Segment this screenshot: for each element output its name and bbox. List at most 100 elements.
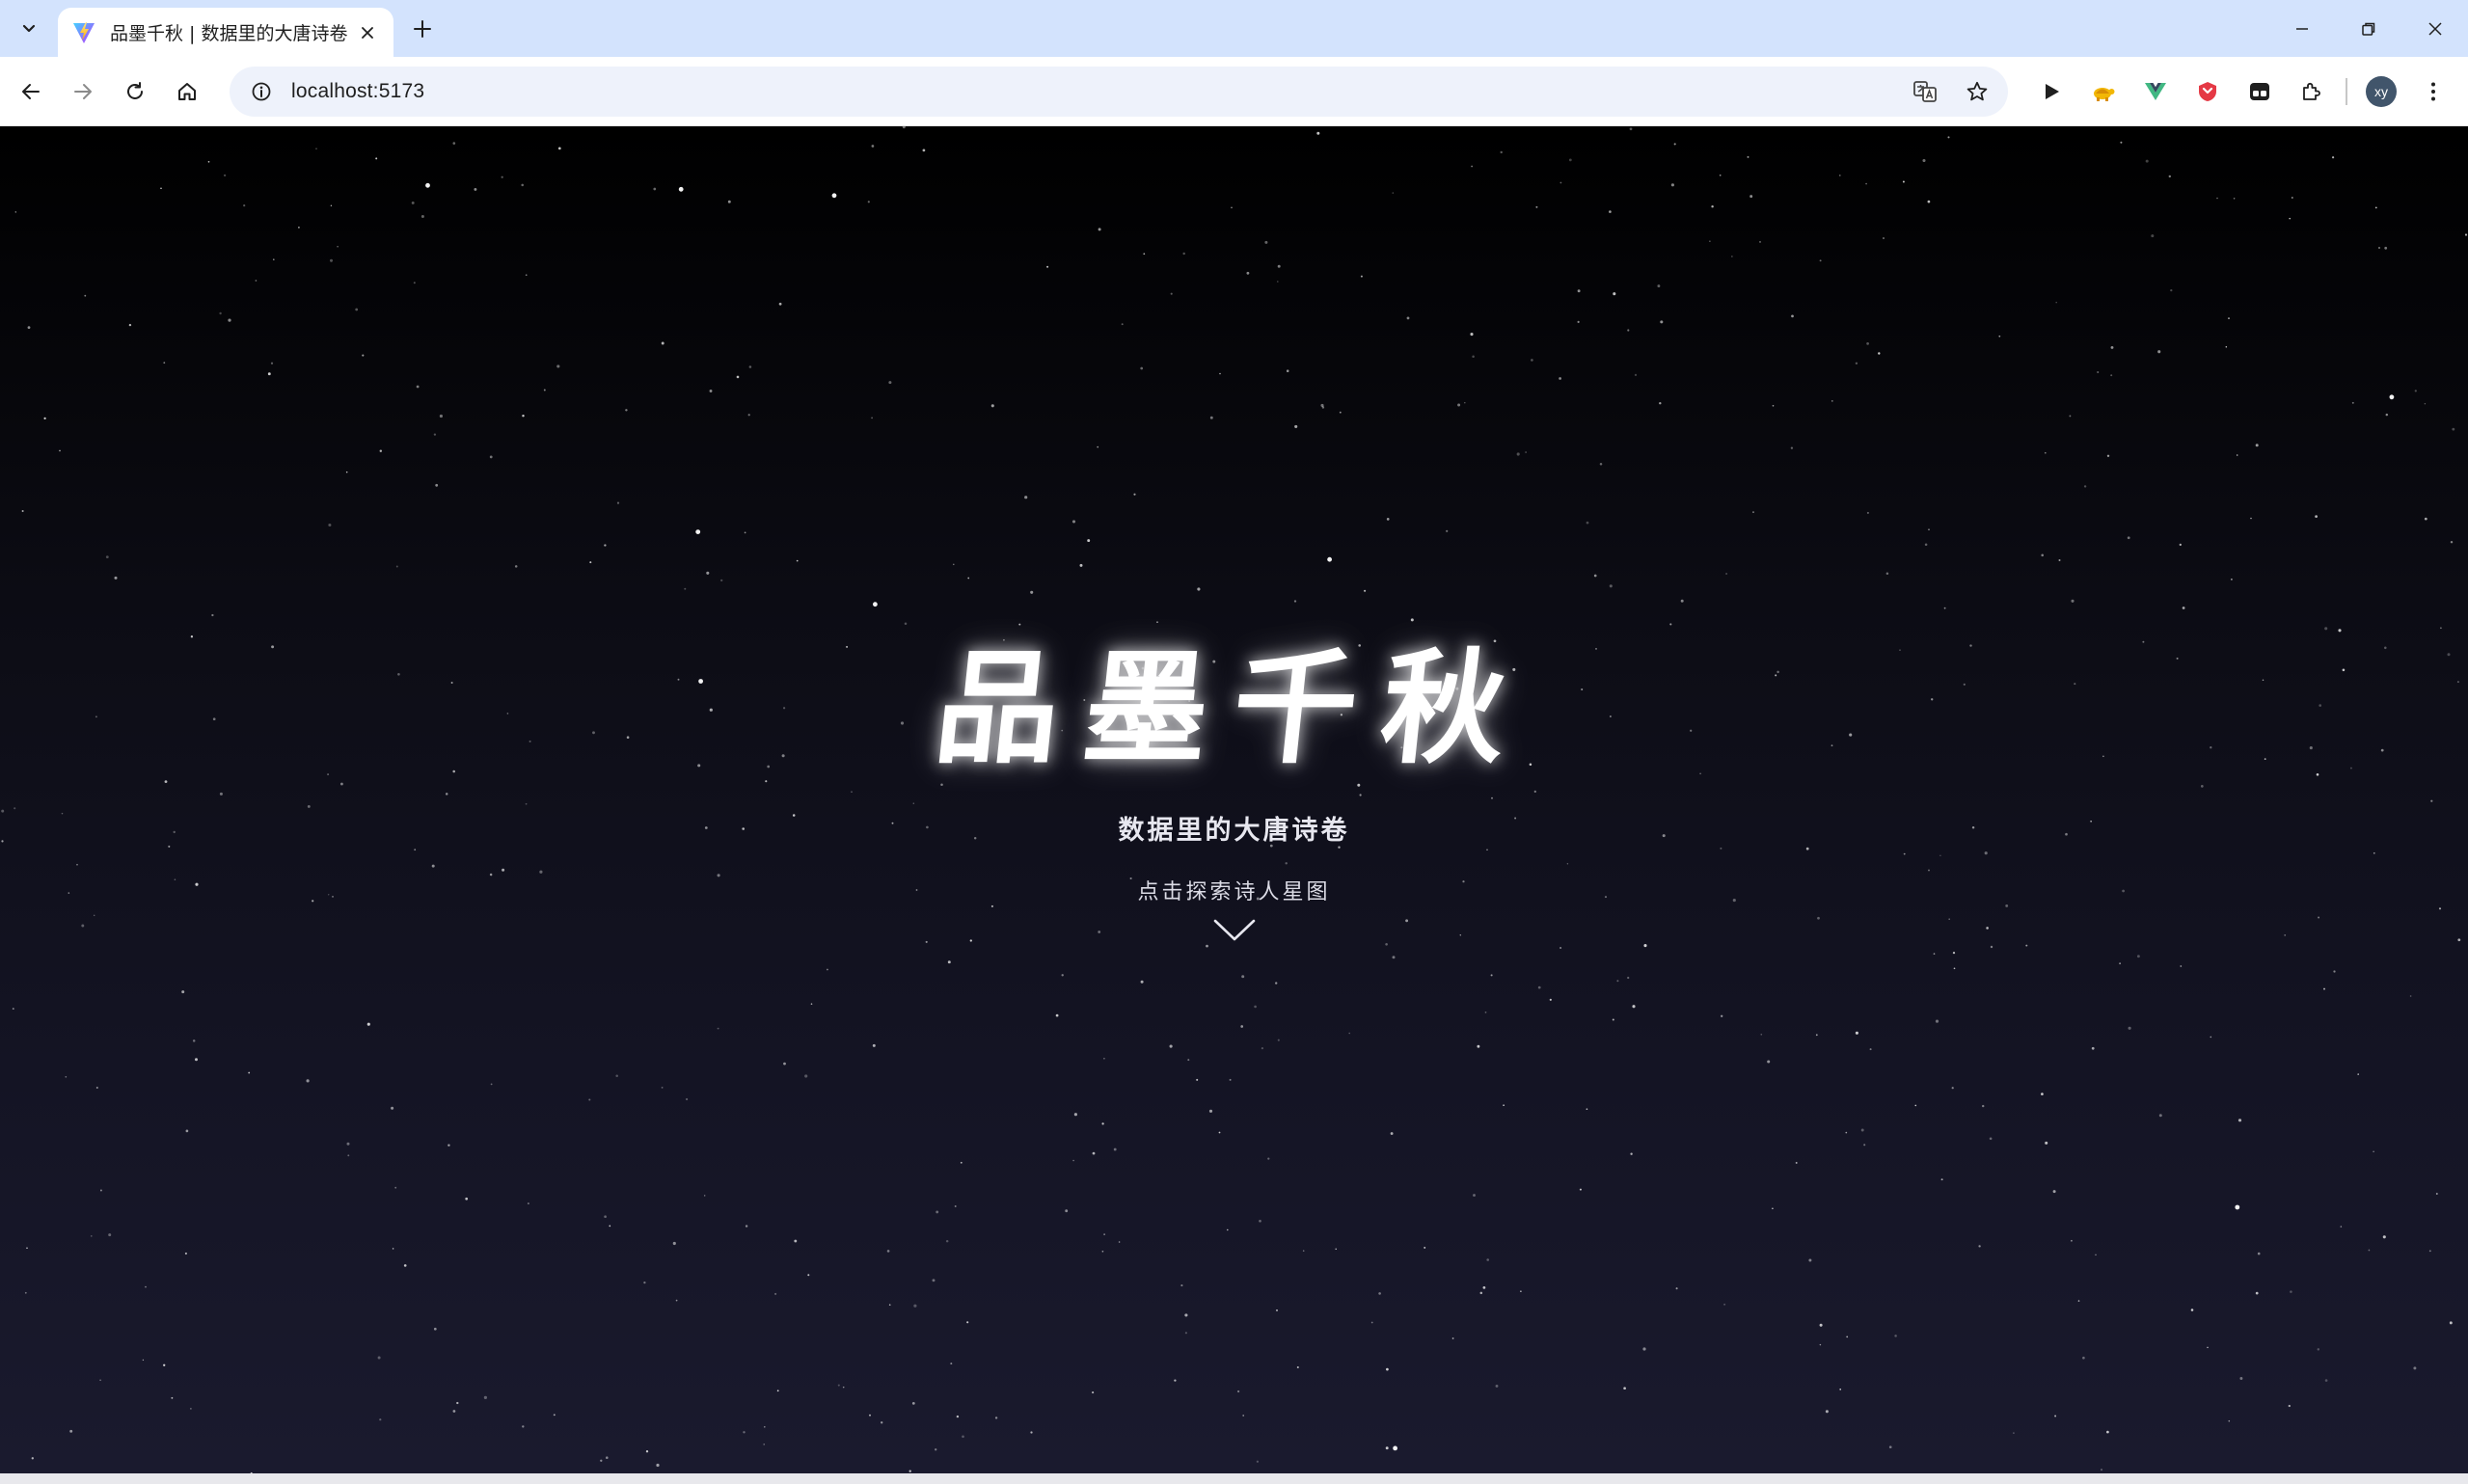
back-button[interactable] xyxy=(10,70,52,113)
star xyxy=(2255,1291,2259,1295)
star xyxy=(1087,539,1091,543)
star xyxy=(1914,1104,1917,1107)
star xyxy=(945,1239,949,1243)
reload-button[interactable] xyxy=(114,70,156,113)
extension-media[interactable] xyxy=(2234,70,2286,113)
star xyxy=(1261,1047,1263,1050)
star xyxy=(1860,1128,1864,1132)
star xyxy=(243,203,246,207)
star xyxy=(2331,156,2335,159)
star xyxy=(375,157,378,160)
star xyxy=(2013,1432,2015,1434)
star xyxy=(2058,558,2061,562)
star xyxy=(1612,1018,1614,1021)
extensions-toolbar: xy xyxy=(2025,70,2459,113)
star xyxy=(163,1363,166,1366)
minimize-button[interactable] xyxy=(2268,0,2335,57)
star xyxy=(1805,847,1809,850)
star xyxy=(2054,1415,2057,1417)
address-bar[interactable]: localhost:5173 xyxy=(230,67,2008,117)
browser-tab-active[interactable]: 品墨千秋 | 数据里的大唐诗卷 xyxy=(58,8,393,57)
star xyxy=(1098,228,1101,231)
star xyxy=(2151,234,2155,238)
star xyxy=(873,602,878,607)
forward-button[interactable] xyxy=(62,70,104,113)
star xyxy=(2291,197,2293,199)
star xyxy=(1933,953,1936,955)
extensions-menu-button[interactable] xyxy=(2286,70,2338,113)
star xyxy=(2368,1249,2371,1252)
star xyxy=(527,1202,529,1205)
star xyxy=(1795,1161,1798,1164)
star xyxy=(2041,1093,2044,1095)
star xyxy=(672,1241,676,1246)
star xyxy=(24,1291,27,1294)
star xyxy=(1170,292,1173,295)
star xyxy=(872,1043,876,1047)
star xyxy=(1246,271,1250,275)
star xyxy=(1206,944,1208,948)
star xyxy=(1982,1104,1985,1108)
star xyxy=(1642,1347,1646,1351)
star xyxy=(2340,1226,2343,1228)
tab-close-button[interactable] xyxy=(355,20,380,45)
star xyxy=(743,1431,746,1434)
tab-search-button[interactable] xyxy=(10,12,48,46)
extension-shield[interactable] xyxy=(2182,70,2234,113)
explore-poets-button[interactable]: 点击探索诗人星图 xyxy=(0,875,2468,944)
star xyxy=(794,1239,798,1243)
star xyxy=(539,870,543,874)
star xyxy=(2373,1150,2374,1153)
star xyxy=(395,565,398,568)
restore-button[interactable] xyxy=(2335,0,2401,57)
star xyxy=(1392,956,1396,959)
window-controls xyxy=(2268,0,2468,57)
star xyxy=(888,381,892,385)
media-extension-icon xyxy=(2250,83,2269,100)
extension-play[interactable] xyxy=(2025,70,2077,113)
star xyxy=(425,182,430,188)
star xyxy=(391,1106,394,1110)
extension-tortoise[interactable] xyxy=(2077,70,2129,113)
star xyxy=(1218,1131,1221,1134)
explore-poets-label: 点击探索诗人星图 xyxy=(1137,880,1331,904)
new-tab-button[interactable] xyxy=(403,12,442,46)
star xyxy=(1061,974,1064,977)
close-window-button[interactable] xyxy=(2401,0,2468,57)
star xyxy=(59,449,61,452)
star xyxy=(922,148,926,152)
star xyxy=(747,414,750,417)
translate-button[interactable] xyxy=(1910,76,1940,107)
star xyxy=(967,577,970,580)
star xyxy=(2424,517,2427,521)
site-info-button[interactable] xyxy=(245,75,278,108)
profile-button[interactable]: xy xyxy=(2355,70,2407,113)
extension-vue-devtools[interactable] xyxy=(2129,70,2182,113)
bookmark-button[interactable] xyxy=(1962,76,1993,107)
vite-logo-icon xyxy=(73,21,95,43)
star xyxy=(1953,967,1956,970)
star xyxy=(1838,175,1841,176)
star xyxy=(1978,1245,1981,1248)
star xyxy=(2180,965,2183,967)
star xyxy=(1457,403,1461,407)
star xyxy=(114,576,118,580)
star xyxy=(2435,1193,2438,1195)
star xyxy=(1156,621,1158,623)
star xyxy=(379,449,383,452)
star xyxy=(935,1448,937,1451)
star xyxy=(2041,553,2044,557)
star xyxy=(1335,1248,1337,1251)
star xyxy=(91,1235,93,1237)
star xyxy=(1187,1059,1190,1062)
star xyxy=(1846,1336,1849,1338)
browser-menu-button[interactable] xyxy=(2407,70,2459,113)
star xyxy=(1486,849,1488,851)
star xyxy=(431,864,435,868)
star xyxy=(2045,1141,2048,1145)
star xyxy=(1393,1445,1397,1451)
star xyxy=(954,1205,957,1207)
star xyxy=(1030,1431,1033,1434)
home-button[interactable] xyxy=(166,70,208,113)
star xyxy=(1939,854,1941,857)
